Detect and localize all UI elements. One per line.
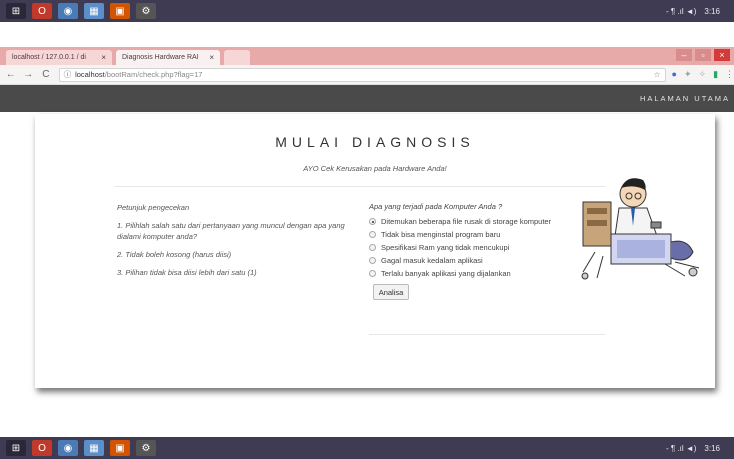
- page-title: MULAI DIAGNOSIS: [275, 134, 475, 150]
- option-item[interactable]: Ditemukan beberapa file rusak di storage…: [369, 217, 609, 226]
- url-path: /bootRam/check.php?flag=17: [104, 70, 203, 79]
- tab-label: localhost / 127.0.0.1 / di: [12, 54, 86, 61]
- radio-button[interactable]: [369, 218, 376, 225]
- forward-icon[interactable]: →: [22, 69, 36, 80]
- diagnosis-form: Apa yang terjadi pada Komputer Anda ? Di…: [369, 202, 609, 300]
- radio-button[interactable]: [369, 231, 376, 238]
- instructions: Petunjuk pengecekan 1. Pilihlah salah sa…: [117, 202, 367, 284]
- menu-icon[interactable]: ⋮: [725, 69, 734, 80]
- option-label: Gagal masuk kedalam aplikasi: [381, 256, 483, 265]
- analisa-button[interactable]: Analisa: [373, 284, 409, 300]
- extension-icon[interactable]: ▮: [713, 69, 718, 80]
- settings-icon[interactable]: ⚙: [136, 3, 156, 19]
- tray-icons[interactable]: - ¶ .ıl ◄): [666, 444, 696, 453]
- option-item[interactable]: Terlalu banyak aplikasi yang dijalankan: [369, 269, 609, 278]
- radio-button[interactable]: [369, 270, 376, 277]
- tab-diagnosis[interactable]: Diagnosis Hardware RAI ×: [116, 50, 220, 65]
- divider: [369, 334, 605, 335]
- instruction-item: 1. Pilihlah salah satu dari pertanyaan y…: [117, 220, 345, 242]
- chrome-icon[interactable]: ◉: [58, 440, 78, 456]
- option-item[interactable]: Tidak bisa menginstal program baru: [369, 230, 609, 239]
- radio-button[interactable]: [369, 244, 376, 251]
- browser-toolbar: ← → C ⓘ localhost/bootRam/check.php?flag…: [0, 65, 734, 85]
- settings-icon[interactable]: ⚙: [136, 440, 156, 456]
- star-icon[interactable]: ☆: [654, 70, 661, 79]
- opera-icon[interactable]: O: [32, 440, 52, 456]
- reload-icon[interactable]: C: [39, 69, 53, 80]
- tray-icons[interactable]: - ¶ .ıl ◄): [666, 7, 696, 16]
- option-item[interactable]: Gagal masuk kedalam aplikasi: [369, 256, 609, 265]
- instruction-item: 2. Tidak boleh kosong (harus diisi): [117, 249, 232, 259]
- system-tray: - ¶ .ıl ◄) 3:16: [666, 444, 734, 453]
- option-label: Tidak bisa menginstal program baru: [381, 230, 501, 239]
- extension-icon[interactable]: ✦: [684, 69, 692, 80]
- chrome-icon[interactable]: ◉: [58, 3, 78, 19]
- explorer-icon[interactable]: ▦: [84, 3, 104, 19]
- window-controls: – ▫ ×: [676, 49, 730, 61]
- home-link[interactable]: HALAMAN UTAMA: [640, 94, 730, 103]
- url-host: localhost: [75, 70, 105, 79]
- close-window-icon[interactable]: ×: [714, 49, 730, 61]
- maximize-icon[interactable]: ▫: [695, 49, 711, 61]
- option-label: Ditemukan beberapa file rusak di storage…: [381, 217, 552, 226]
- diagnosis-panel: MULAI DIAGNOSIS AYO Cek Kerusakan pada H…: [35, 114, 715, 388]
- info-icon[interactable]: ⓘ: [64, 69, 72, 80]
- close-icon[interactable]: ×: [209, 53, 214, 62]
- system-tray: - ¶ .ıl ◄) 3:16: [666, 7, 734, 16]
- radio-button[interactable]: [369, 257, 376, 264]
- clock: 3:16: [704, 443, 720, 453]
- option-label: Terlalu banyak aplikasi yang dijalankan: [381, 269, 511, 278]
- taskbar: ⊞ O ◉ ▦ ▣ ⚙ - ¶ .ıl ◄) 3:16: [0, 437, 734, 459]
- windows-start-icon[interactable]: ⊞: [6, 3, 26, 19]
- option-label: Spesifikasi Ram yang tidak mencukupi: [381, 243, 510, 252]
- minimize-icon[interactable]: –: [676, 49, 692, 61]
- question-label: Apa yang terjadi pada Komputer Anda ?: [369, 202, 503, 211]
- explorer-icon[interactable]: ▦: [84, 440, 104, 456]
- app-icon[interactable]: ▣: [110, 3, 130, 19]
- taskbar: ⊞ O ◉ ▦ ▣ ⚙ - ¶ .ıl ◄) 3:16: [0, 0, 734, 22]
- close-icon[interactable]: ×: [101, 53, 106, 62]
- tab-phpmyadmin[interactable]: localhost / 127.0.0.1 / di ×: [6, 50, 112, 65]
- clock: 3:16: [704, 6, 720, 16]
- address-bar[interactable]: ⓘ localhost/bootRam/check.php?flag=17 ☆: [58, 67, 666, 82]
- opera-icon[interactable]: O: [32, 3, 52, 19]
- technician-illustration: [581, 178, 700, 280]
- instruction-item: 3. Pilihan tidak bisa diisi lebih dari s…: [117, 267, 257, 277]
- instructions-heading: Petunjuk pengecekan: [117, 203, 190, 212]
- tab-label: Diagnosis Hardware RAI: [122, 54, 199, 61]
- extensions-bar: ● ✦ ✧ ▮ ⋮: [672, 69, 734, 80]
- app-icon[interactable]: ▣: [110, 440, 130, 456]
- windows-start-icon[interactable]: ⊞: [6, 440, 26, 456]
- browser-tab-strip: localhost / 127.0.0.1 / di × Diagnosis H…: [0, 47, 734, 65]
- site-navbar: HALAMAN UTAMA: [0, 85, 734, 112]
- back-icon[interactable]: ←: [4, 69, 18, 80]
- option-item[interactable]: Spesifikasi Ram yang tidak mencukupi: [369, 243, 609, 252]
- extension-icon[interactable]: ●: [672, 69, 677, 80]
- divider: [115, 186, 605, 187]
- extension-icon[interactable]: ✧: [699, 69, 707, 80]
- new-tab-button[interactable]: [224, 50, 250, 65]
